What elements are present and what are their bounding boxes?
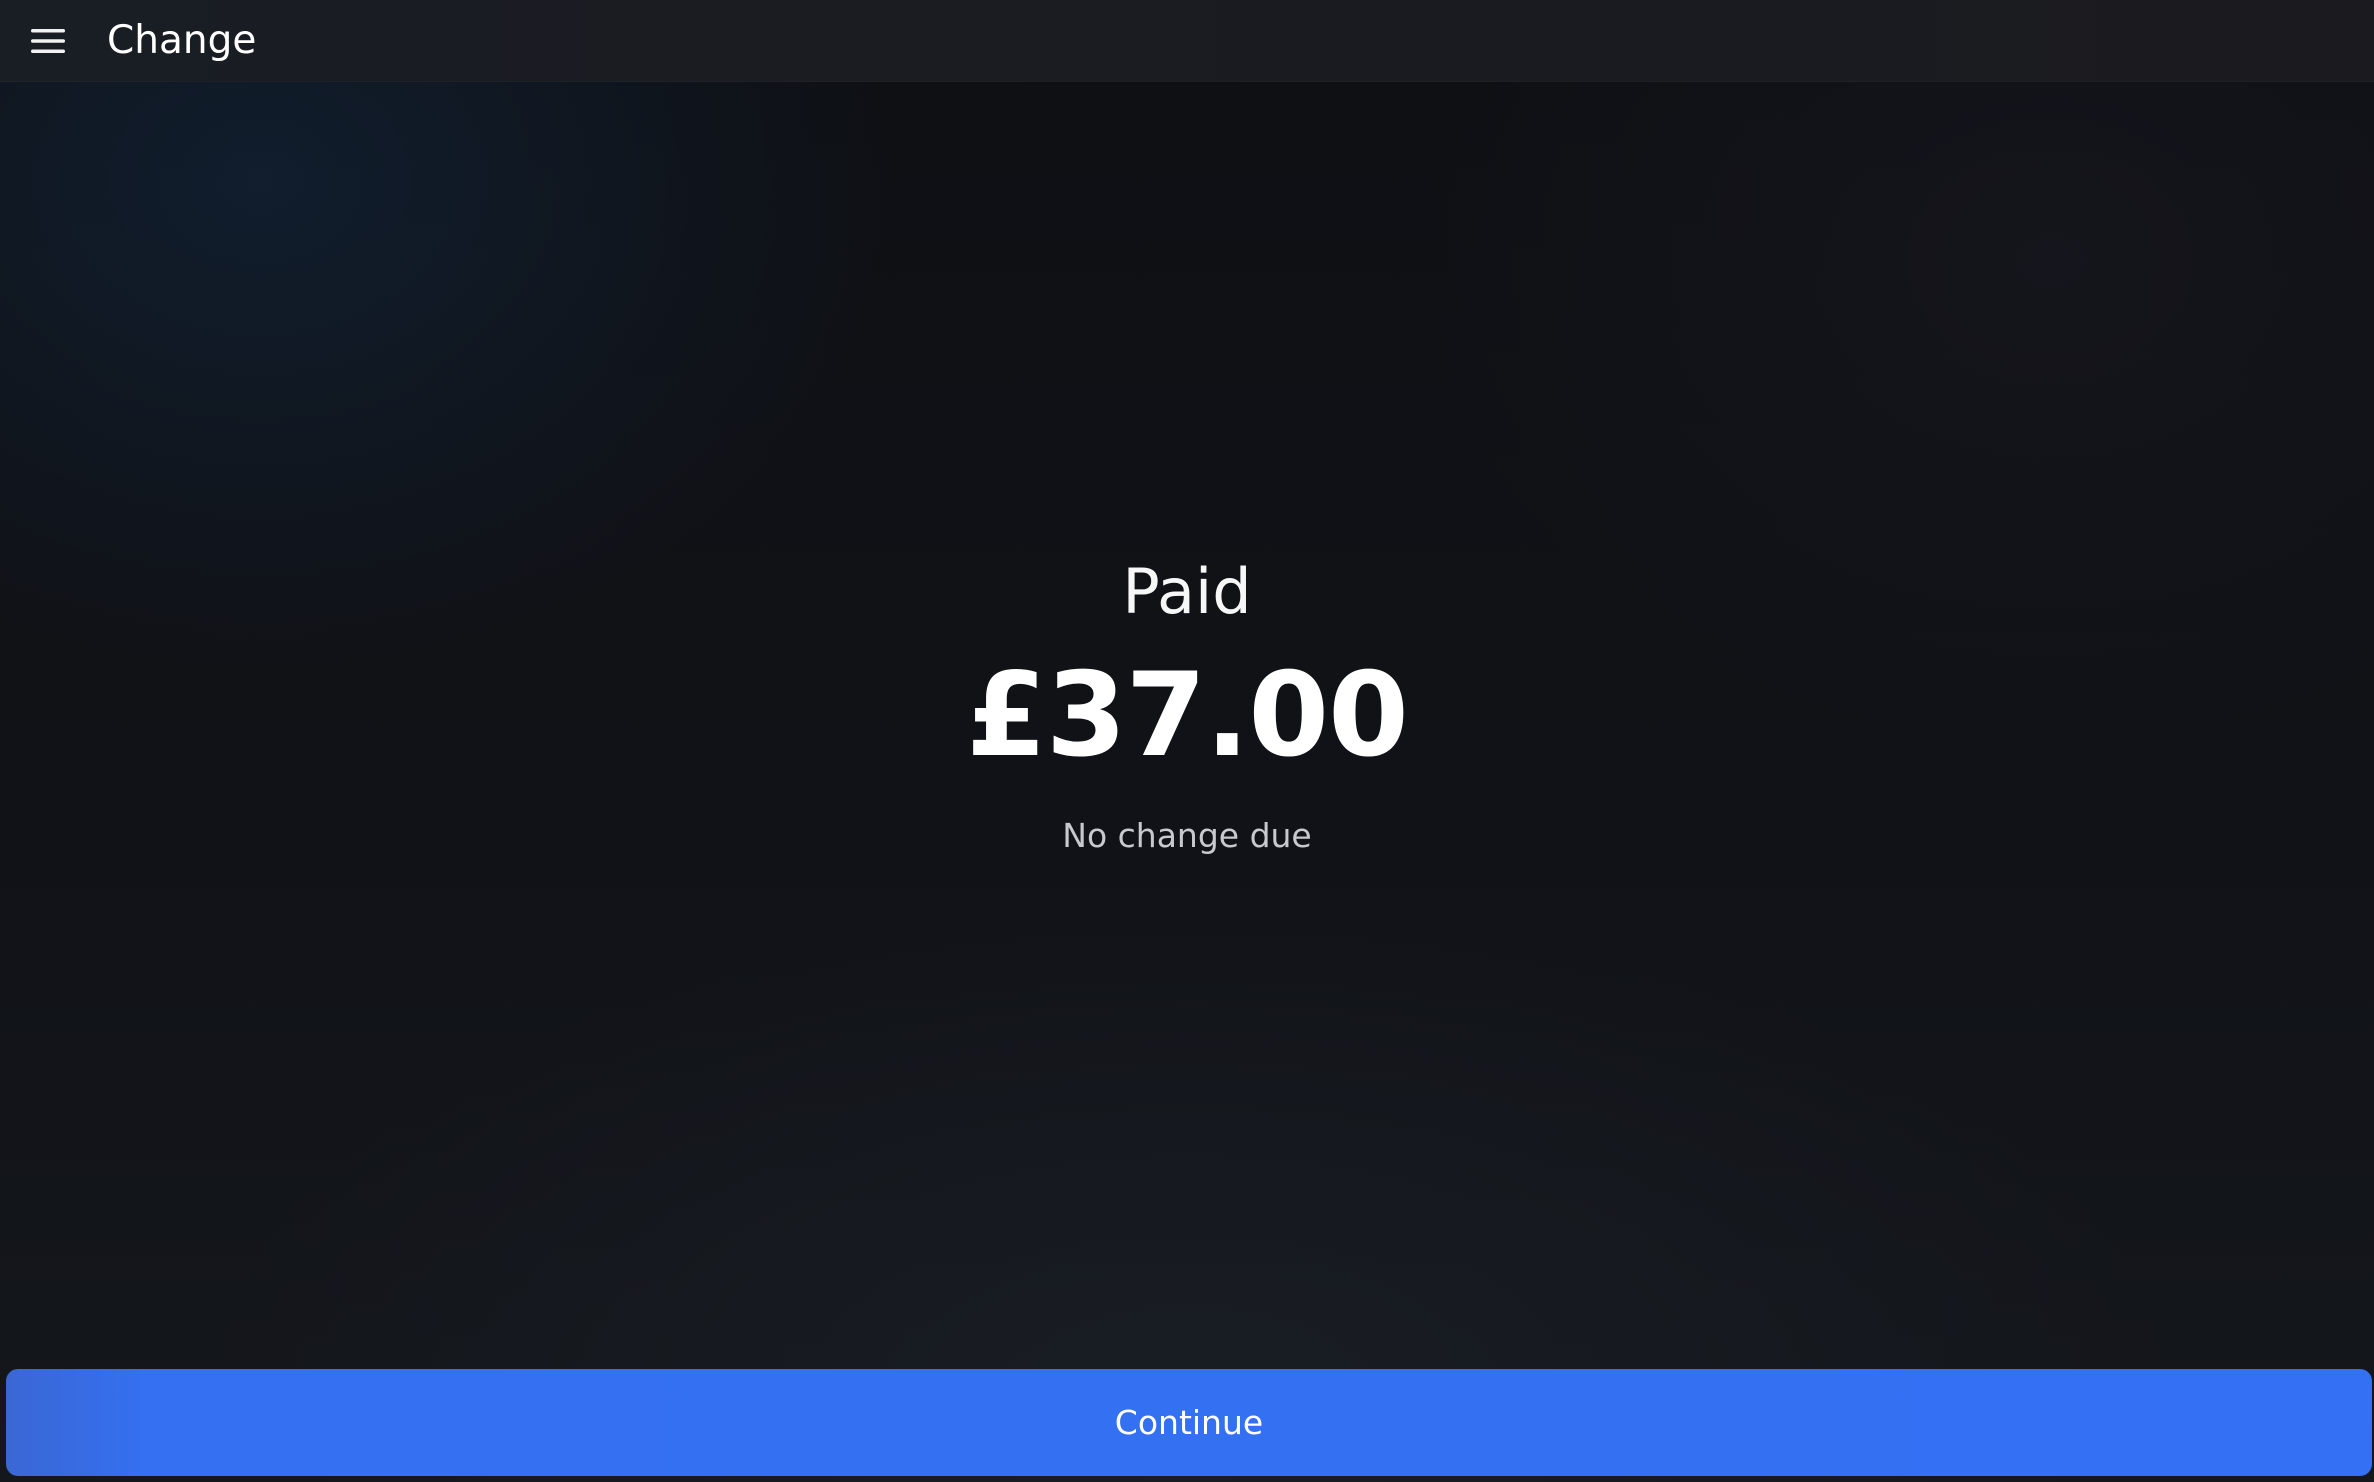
top-app-bar: Change (0, 0, 2374, 82)
page-title: Change (107, 18, 257, 63)
menu-button[interactable] (24, 18, 72, 64)
change-due-message: No change due (1062, 816, 1312, 855)
hamburger-menu-icon (31, 29, 65, 53)
continue-button[interactable]: Continue (6, 1369, 2372, 1476)
paid-amount: £37.00 (966, 648, 1409, 783)
payment-status-label: Paid (1122, 555, 1252, 628)
